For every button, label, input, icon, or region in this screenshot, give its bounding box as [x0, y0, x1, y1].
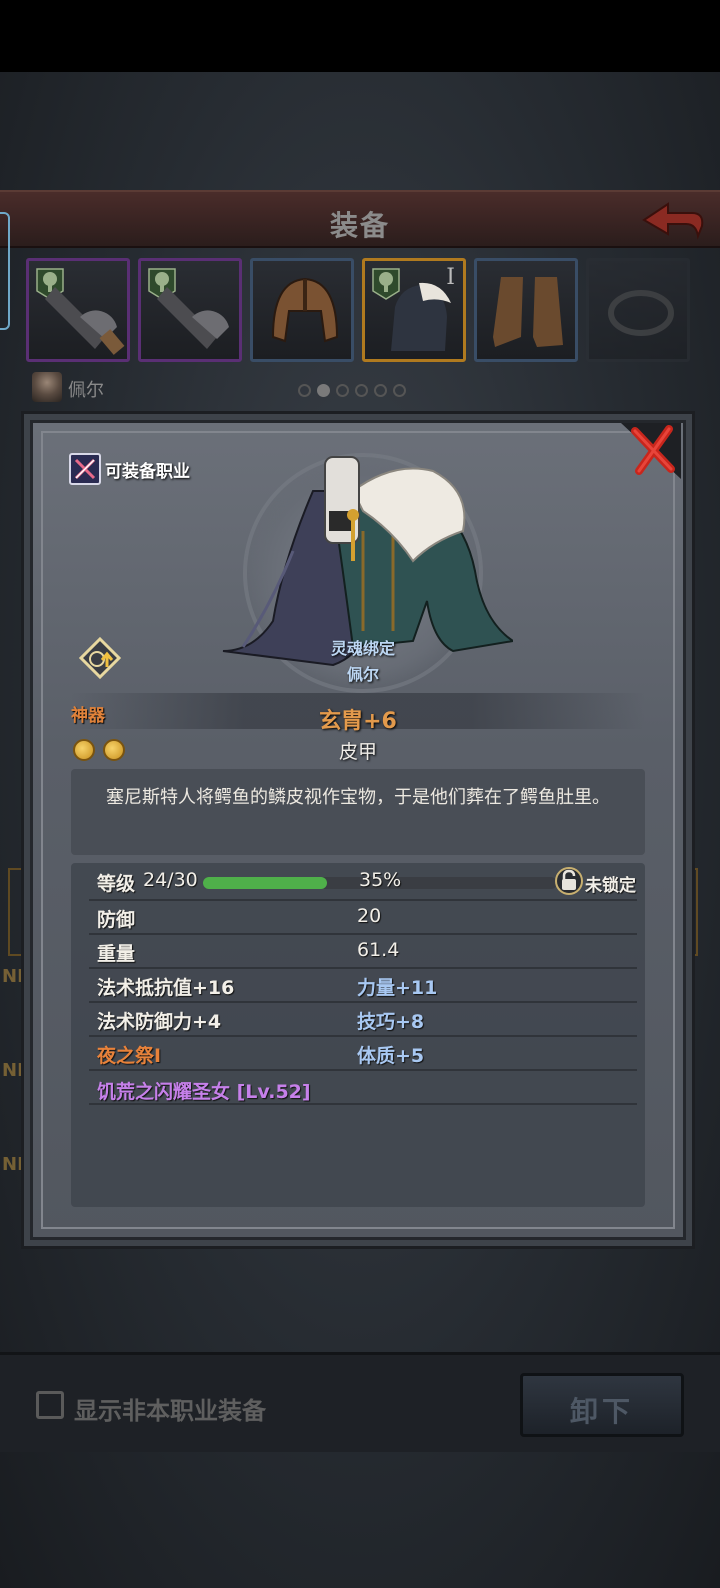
leather-armor-icon [391, 282, 451, 351]
divider [89, 899, 637, 901]
equipable-class-label[interactable]: 可装备职业 [105, 457, 190, 482]
divider [89, 1069, 637, 1071]
weapon-slot-2[interactable] [138, 258, 242, 362]
close-icon [621, 423, 681, 479]
item-type: 皮甲 [338, 741, 377, 763]
defense-label: 防御 [97, 909, 136, 931]
item-name: 玄胄+6 [319, 709, 397, 734]
helmet-icon [271, 277, 339, 343]
unequip-label: 卸下 [569, 1395, 634, 1428]
gauntlet-icon [45, 287, 125, 355]
side-label: NE [2, 1060, 30, 1081]
crossed-swords-icon [74, 458, 96, 480]
character-row: 佩尔 [30, 372, 690, 404]
class-icon[interactable] [69, 453, 101, 485]
xp-progress-fill [203, 877, 327, 889]
page-dot[interactable] [355, 384, 368, 397]
defense-value: 20 [357, 905, 382, 927]
weight-value: 61.4 [357, 939, 400, 961]
equipment-slots: I [26, 258, 720, 362]
item-description: 塞尼斯特人将鳄鱼的鳞皮视作宝物，于是他们葬在了鳄鱼肚里。 [106, 787, 610, 808]
boots-slot[interactable] [474, 258, 578, 362]
soulbound-label: 灵魂绑定 [330, 639, 395, 658]
side-tab[interactable] [0, 212, 10, 330]
page-dot-active[interactable] [317, 384, 330, 397]
ring-icon [608, 290, 674, 336]
xp-percent: 35% [359, 869, 402, 891]
divider [89, 1035, 637, 1037]
helmet-slot[interactable] [250, 258, 354, 362]
bonus-constitution: 体质+5 [357, 1045, 425, 1067]
boots-icon [493, 277, 563, 347]
close-button[interactable] [621, 423, 681, 479]
weight-label: 重量 [97, 943, 136, 965]
page-dots [298, 382, 412, 397]
bonus-strength: 力量+11 [357, 977, 438, 999]
gauntlet-icon [157, 287, 229, 349]
divider [89, 1103, 637, 1105]
page-dot[interactable] [298, 384, 311, 397]
equipment-header: 装备 [0, 190, 720, 248]
bonus-dexterity: 技巧+8 [357, 1011, 425, 1033]
lock-status: 未锁定 [585, 876, 636, 896]
show-other-class-checkbox[interactable] [36, 1391, 64, 1419]
lock-icon[interactable] [555, 867, 583, 895]
upgrade-icon[interactable] [79, 637, 121, 679]
weapon-slot-1[interactable] [26, 258, 130, 362]
character-name: 佩尔 [68, 380, 104, 401]
item-stats-box: 等级 24/30 35% 未锁定 防御 20 重量 61.4 法术抵抗值+16 … [71, 863, 645, 1207]
side-label: NE [2, 1154, 30, 1175]
set-bonus[interactable]: 饥荒之闪耀圣女 [Lv.52] [97, 1077, 311, 1104]
ring-slot[interactable] [586, 258, 690, 362]
bonus-magic-resist: 法术抵抗值+16 [97, 977, 235, 999]
bottom-bar: 显示非本职业装备 卸下 [0, 1352, 720, 1452]
page-dot[interactable] [336, 384, 349, 397]
side-panel-left [8, 868, 32, 956]
item-description-box: 塞尼斯特人将鳄鱼的鳞皮视作宝物，于是他们葬在了鳄鱼肚里。 [71, 769, 645, 855]
divider [89, 1001, 637, 1003]
status-bar-area [0, 0, 720, 72]
back-arrow-icon[interactable] [640, 200, 706, 240]
item-detail-modal: 可装备职业 灵魂绑定 佩尔 神器 玄胄+6 皮甲 塞尼斯特人将鳄鱼的鳞皮视作宝物… [30, 420, 686, 1240]
soulbound-owner: 佩尔 [346, 665, 379, 684]
special-effect[interactable]: 夜之祭I [97, 1041, 161, 1068]
level-value: 24/30 [143, 869, 198, 891]
side-label: NE [2, 966, 30, 987]
page-dot[interactable] [393, 384, 406, 397]
unequip-button[interactable]: 卸下 [520, 1373, 684, 1437]
armor-slot[interactable]: I [362, 258, 466, 362]
avatar[interactable] [32, 372, 62, 402]
checkbox-label: 显示非本职业装备 [74, 1397, 266, 1425]
bonus-magic-defense: 法术防御力+4 [97, 1011, 222, 1033]
page-title: 装备 [329, 209, 390, 242]
page-dot[interactable] [374, 384, 387, 397]
divider [89, 967, 637, 969]
divider [89, 933, 637, 935]
level-label: 等级 [97, 873, 136, 895]
